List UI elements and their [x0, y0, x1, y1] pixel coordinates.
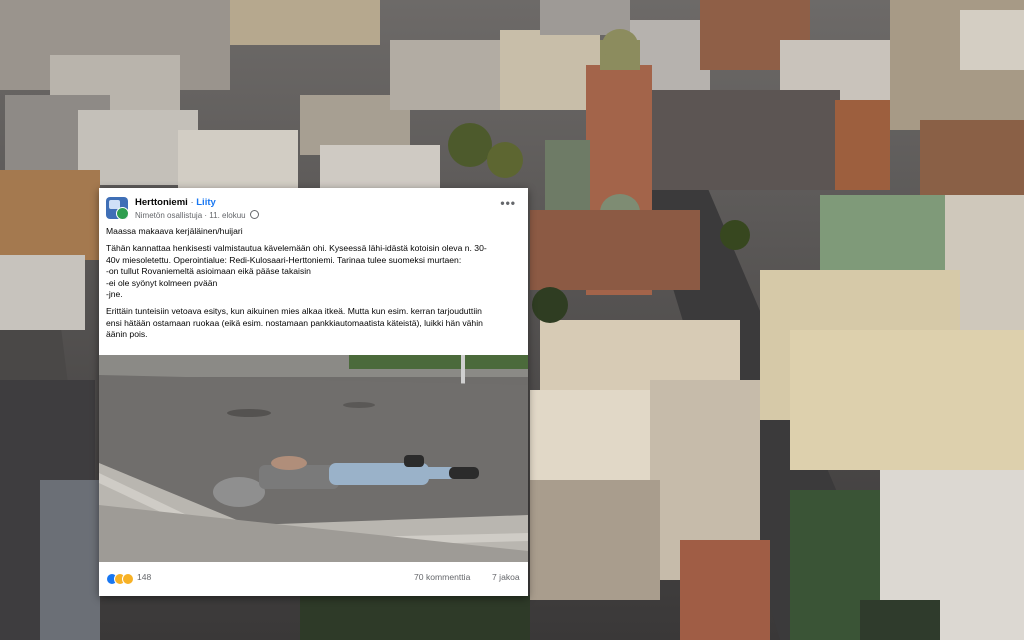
globe-icon [249, 210, 259, 219]
paragraph-line: äänin pois. [106, 329, 148, 340]
comments-count-link[interactable]: 70 kommenttia [414, 572, 470, 582]
post-date-link[interactable]: 11. elokuu [209, 211, 245, 220]
reaction-count[interactable]: 148 [137, 572, 151, 582]
facebook-post-card: Herttoniemi · Liity Nimetön osallistuja … [99, 188, 528, 596]
post-text: Maassa makaava kerjäläinen/huijari Tähän… [106, 226, 524, 347]
group-title-line: Herttoniemi · Liity [135, 197, 216, 208]
wow-reaction-icon [122, 573, 134, 585]
more-options-button[interactable]: ••• [500, 196, 516, 210]
post-paragraph-1: Tähän kannattaa henkisesti valmistautua … [106, 243, 524, 300]
post-meta: Nimetön osallistuja · 11. elokuu [135, 210, 259, 220]
post-title: Maassa makaava kerjäläinen/huijari [106, 226, 243, 236]
post-photo[interactable] [99, 355, 528, 562]
paragraph-line: -jne. [106, 289, 123, 300]
post-paragraph-2: Erittäin tunteisiin vetoava esitys, kun … [106, 306, 524, 340]
post-header: Herttoniemi · Liity Nimetön osallistuja … [99, 188, 528, 222]
author-name[interactable]: Nimetön osallistuja [135, 211, 202, 220]
group-avatar-icon[interactable] [106, 197, 128, 219]
separator-dot: · [190, 197, 194, 208]
post-footer: 148 70 kommenttia 7 jakoa [99, 562, 528, 596]
shares-count-link[interactable]: 7 jakoa [492, 572, 520, 582]
paragraph-line: Tähän kannattaa henkisesti valmistautua … [106, 243, 487, 254]
paragraph-line: ensi hätään ostamaan ruokaa (eikä esim. … [106, 317, 483, 328]
paragraph-line: -ei ole syönyt kolmeen pvään [106, 277, 218, 288]
paragraph-line: Erittäin tunteisiin vetoava esitys, kun … [106, 306, 482, 317]
paragraph-line: 40v miesoletettu. Operointialue: Redi-Ku… [106, 254, 462, 265]
paragraph-line: -on tullut Rovaniemeltä asioimaan eikä p… [106, 266, 311, 277]
group-name-link[interactable]: Herttoniemi [135, 197, 188, 208]
meta-separator: · [204, 211, 208, 220]
join-group-link[interactable]: Liity [196, 197, 216, 208]
